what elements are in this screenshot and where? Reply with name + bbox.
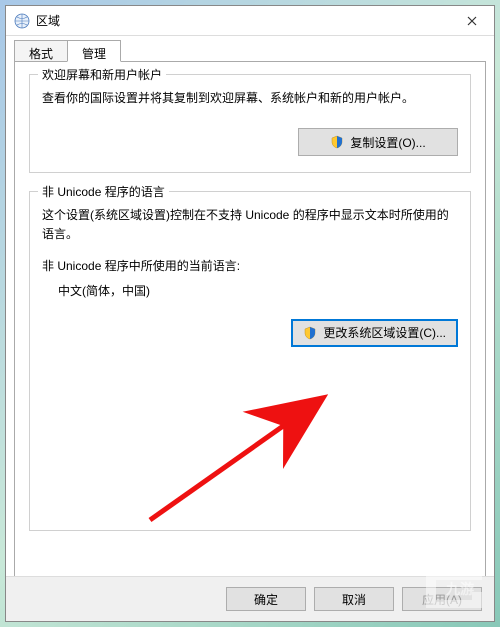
button-label: 更改系统区域设置(C)... [323, 324, 446, 341]
titlebar: 区域 [6, 6, 494, 36]
tab-admin[interactable]: 管理 [67, 40, 121, 62]
ok-button[interactable]: 确定 [226, 587, 306, 611]
current-language-value: 中文(简体，中国) [58, 282, 458, 299]
dialog-footer: 确定 取消 应用(A) [6, 576, 494, 621]
shield-icon [330, 135, 344, 149]
group-non-unicode: 非 Unicode 程序的语言 这个设置(系统区域设置)控制在不支持 Unico… [29, 191, 471, 531]
cancel-button[interactable]: 取消 [314, 587, 394, 611]
copy-settings-button[interactable]: 复制设置(O)... [298, 128, 458, 156]
group-title: 欢迎屏幕和新用户帐户 [38, 66, 166, 83]
shield-icon [303, 326, 317, 340]
apply-button[interactable]: 应用(A) [402, 587, 482, 611]
tab-panel-admin: 欢迎屏幕和新用户帐户 查看你的国际设置并将其复制到欢迎屏幕、系统帐户和新的用户帐… [14, 61, 486, 581]
change-system-locale-button[interactable]: 更改系统区域设置(C)... [291, 319, 458, 347]
group-title: 非 Unicode 程序的语言 [38, 183, 169, 200]
group-desc: 这个设置(系统区域设置)控制在不支持 Unicode 的程序中显示文本时所使用的… [42, 206, 458, 244]
tabbar: 格式 管理 [6, 36, 494, 62]
globe-icon [14, 13, 30, 29]
window-title: 区域 [36, 12, 450, 29]
button-label: 复制设置(O)... [350, 134, 425, 151]
current-language-label: 非 Unicode 程序中所使用的当前语言: [42, 257, 458, 274]
group-desc: 查看你的国际设置并将其复制到欢迎屏幕、系统帐户和新的用户帐户。 [42, 89, 458, 108]
group-welcome-accounts: 欢迎屏幕和新用户帐户 查看你的国际设置并将其复制到欢迎屏幕、系统帐户和新的用户帐… [29, 74, 471, 173]
region-dialog: 区域 格式 管理 欢迎屏幕和新用户帐户 查看你的国际设置并将其复制到欢迎屏幕、系… [5, 5, 495, 622]
tab-format[interactable]: 格式 [14, 40, 68, 62]
close-button[interactable] [450, 6, 494, 35]
